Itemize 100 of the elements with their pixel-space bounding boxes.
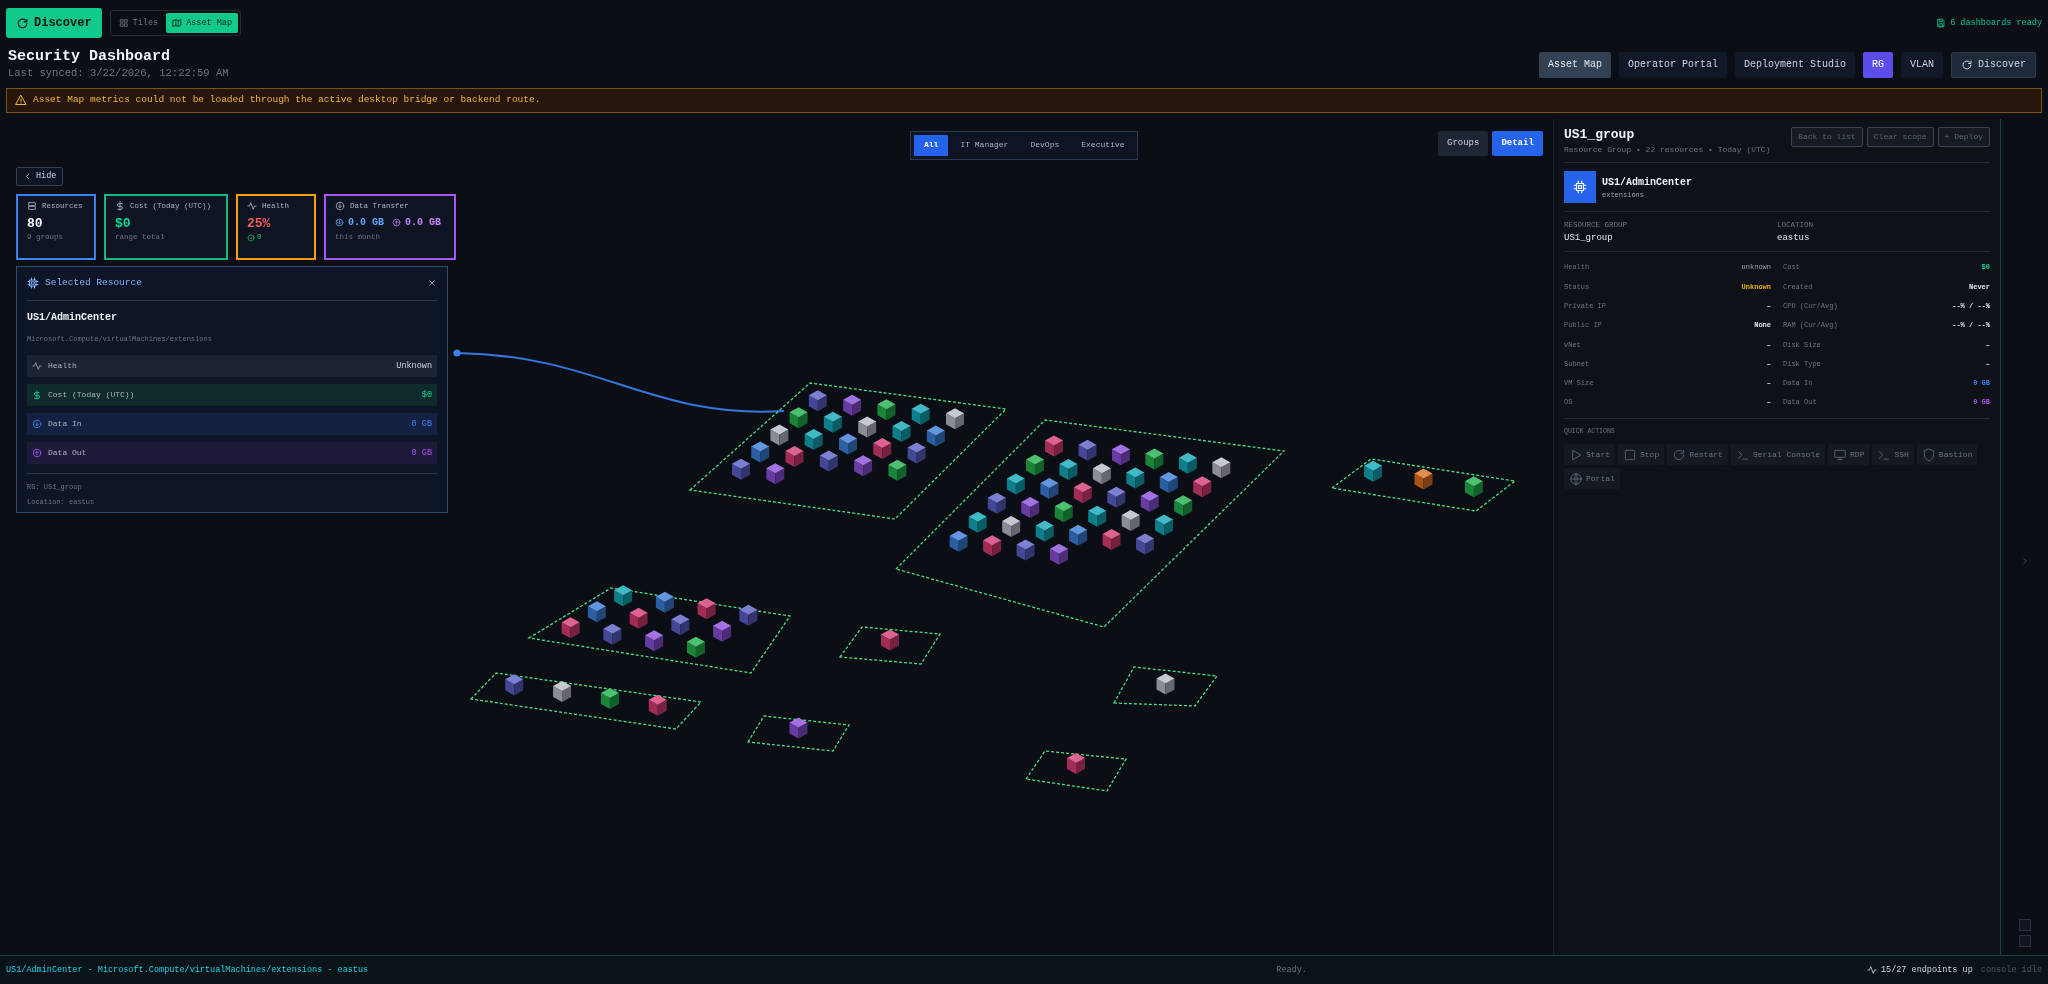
quick-action-button[interactable]: SSH xyxy=(1872,444,1914,466)
view-mode-button[interactable]: Groups xyxy=(1438,130,1489,156)
resource-cube[interactable] xyxy=(1174,495,1193,517)
resource-cube[interactable] xyxy=(671,614,690,635)
resource-cube[interactable] xyxy=(1054,501,1073,523)
resource-cube[interactable] xyxy=(911,403,930,425)
resource-cube[interactable] xyxy=(739,604,758,626)
resource-cube[interactable] xyxy=(1193,476,1212,497)
resource-cube[interactable] xyxy=(1111,443,1130,465)
resource-cube[interactable] xyxy=(1212,456,1231,478)
resource-cube[interactable] xyxy=(1025,454,1044,476)
resource-cube[interactable] xyxy=(1073,482,1092,504)
resource-cube[interactable] xyxy=(648,694,667,716)
nav-button[interactable]: Asset Map xyxy=(1538,51,1611,78)
quick-action-button[interactable]: Start xyxy=(1564,444,1615,466)
resource-cube[interactable] xyxy=(843,394,862,416)
view-mode-button[interactable]: Detail xyxy=(1492,130,1543,156)
resource-cube[interactable] xyxy=(1092,462,1111,484)
resource-cube[interactable] xyxy=(645,630,664,651)
nav-button[interactable]: Deployment Studio xyxy=(1734,51,1855,78)
resource-cube[interactable] xyxy=(949,530,968,552)
resource-cube[interactable] xyxy=(1002,515,1021,537)
resource-cube[interactable] xyxy=(789,407,808,429)
resource-cube[interactable] xyxy=(603,623,622,645)
resource-cube[interactable] xyxy=(819,450,838,472)
resource-cube[interactable] xyxy=(1136,533,1155,555)
resource-cube[interactable] xyxy=(655,591,674,613)
resource-cube[interactable] xyxy=(1021,496,1040,518)
resource-cube[interactable] xyxy=(766,462,785,484)
resource-cube[interactable] xyxy=(1016,539,1035,561)
resource-cube[interactable] xyxy=(1178,452,1197,474)
resource-cube[interactable] xyxy=(1140,490,1159,512)
view-toggle-tab[interactable]: Asset Map xyxy=(166,13,239,33)
view-toggle-tab[interactable]: Tiles xyxy=(112,13,165,33)
hide-button[interactable]: Hide xyxy=(16,166,64,186)
resource-cube[interactable] xyxy=(873,437,892,459)
resource-cube[interactable] xyxy=(1006,473,1025,495)
resource-cube[interactable] xyxy=(1126,467,1145,489)
resource-cube[interactable] xyxy=(1107,486,1126,508)
resource-cube[interactable] xyxy=(983,534,1002,556)
resource-cube[interactable] xyxy=(505,674,524,696)
resource-cube[interactable] xyxy=(1364,460,1383,482)
resource-cube[interactable] xyxy=(877,399,896,420)
quick-action-button[interactable]: Serial Console xyxy=(1730,444,1826,466)
quick-action-button[interactable]: Portal xyxy=(1564,468,1620,490)
resource-cube[interactable] xyxy=(1059,458,1078,480)
discover-button[interactable]: Discover xyxy=(6,8,102,38)
resource-cube[interactable] xyxy=(1414,468,1433,490)
resource-cube[interactable] xyxy=(561,616,580,638)
resource-cube[interactable] xyxy=(1050,543,1069,565)
nav-button[interactable]: Operator Portal xyxy=(1618,51,1727,78)
resource-cube[interactable] xyxy=(713,620,732,642)
resource-cube[interactable] xyxy=(1102,528,1121,550)
resource-cube[interactable] xyxy=(1040,477,1059,499)
resource-cube[interactable] xyxy=(1155,514,1174,536)
resource-cube[interactable] xyxy=(785,445,804,467)
nav-button[interactable]: RG xyxy=(1862,51,1893,78)
resource-cube[interactable] xyxy=(770,424,789,446)
resource-cube[interactable] xyxy=(629,607,648,629)
filter-tab[interactable]: DevOps xyxy=(1020,134,1070,156)
resource-cube[interactable] xyxy=(946,408,964,430)
resource-cube[interactable] xyxy=(839,433,857,455)
resource-cube[interactable] xyxy=(1156,673,1175,695)
resource-cube[interactable] xyxy=(888,459,907,481)
filter-tab[interactable]: Executive xyxy=(1071,134,1135,156)
filter-tab[interactable]: IT Manager xyxy=(950,134,1019,156)
resource-cube[interactable] xyxy=(823,411,842,433)
resource-cube[interactable] xyxy=(600,687,619,709)
resource-cube[interactable] xyxy=(858,416,877,438)
resource-cube[interactable] xyxy=(1121,509,1140,531)
resource-cube[interactable] xyxy=(907,442,926,464)
close-button[interactable] xyxy=(427,278,437,289)
resource-cube[interactable] xyxy=(804,428,823,450)
resource-cube[interactable] xyxy=(926,425,945,447)
resource-cube[interactable] xyxy=(987,492,1006,514)
resource-cube[interactable] xyxy=(1078,439,1097,461)
resource-cube[interactable] xyxy=(553,680,572,702)
resource-cube[interactable] xyxy=(614,584,633,606)
resource-cube[interactable] xyxy=(751,441,770,463)
resource-cube[interactable] xyxy=(968,511,987,533)
resource-cube[interactable] xyxy=(1464,475,1483,497)
resource-cube[interactable] xyxy=(732,458,750,480)
resource-cube[interactable] xyxy=(854,454,873,476)
resource-cube[interactable] xyxy=(1159,471,1178,493)
resource-cube[interactable] xyxy=(697,598,716,619)
quick-action-button[interactable]: Stop xyxy=(1618,444,1665,466)
resource-cube[interactable] xyxy=(1088,505,1107,527)
quick-action-button[interactable]: RDP xyxy=(1828,444,1870,466)
resource-cube[interactable] xyxy=(1045,435,1064,457)
resource-cube[interactable] xyxy=(881,629,899,651)
resource-cube[interactable] xyxy=(1035,520,1054,542)
resource-cube[interactable] xyxy=(1069,524,1088,546)
resource-cube[interactable] xyxy=(789,717,808,739)
resource-cube[interactable] xyxy=(808,389,827,411)
resource-cube[interactable] xyxy=(1145,448,1164,470)
resource-cube[interactable] xyxy=(587,600,606,622)
quick-action-button[interactable]: Restart xyxy=(1667,444,1728,466)
nav-button[interactable]: Discover xyxy=(1951,51,2036,78)
resource-cube[interactable] xyxy=(892,420,911,442)
resource-cube[interactable] xyxy=(1067,752,1085,774)
